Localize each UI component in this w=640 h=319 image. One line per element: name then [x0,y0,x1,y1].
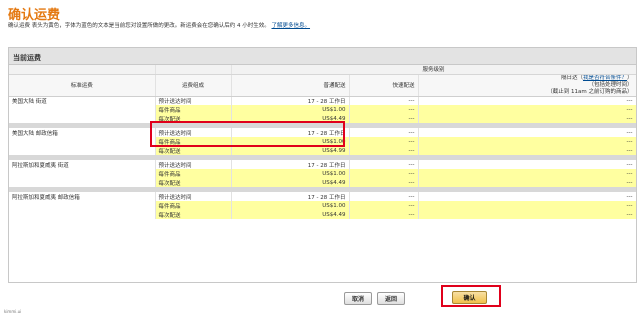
expedited-value: --- [349,96,419,105]
standard-value: US$1.00 [231,169,350,178]
standard-value: 17 - 28 工作日 [231,160,350,169]
table-row: 每次配送 US$4.49 --- --- [9,178,636,187]
standard-value: US$1.00 [231,105,350,114]
component-label: 预计送达时间 [155,192,232,201]
expedited-value: --- [349,114,419,123]
panel-title: 当前运费 [9,48,636,65]
standard-value: US$1.00 [231,201,350,210]
region-cell [9,105,156,114]
priority-value: --- [418,201,636,210]
cancel-button[interactable]: 取消 [344,292,373,305]
region-cell [9,146,156,155]
learn-more-link[interactable]: 了解更多信息。 [272,23,311,29]
region-cell: 美国大陆 邮政信箱 [9,128,156,137]
region-cell: 阿拉斯加和夏威夷 街道 [9,160,156,169]
priority-value: --- [418,137,636,146]
region-cell [9,114,156,123]
region-cell: 阿拉斯加和夏威夷 邮政信箱 [9,192,156,201]
table-row: 每件商品 US$1.00 --- --- [9,105,636,114]
component-label: 每件商品 [155,201,232,210]
table-row: 阿拉斯加和夏威夷 邮政信箱 预计送达时间 17 - 28 工作日 --- --- [9,192,636,201]
priority-value: --- [418,178,636,187]
priority-value: --- [418,169,636,178]
priority-value: --- [418,192,636,201]
current-rates-panel: 当前运费 服务级别 标准运费 运费组成 普通配送 快速配送 隔日达（我是否符合条… [8,47,637,283]
priority-value: --- [418,114,636,123]
priority-value: --- [418,146,636,155]
col-standard-delivery: 普通配送 [231,74,350,97]
confirm-button[interactable]: 确认 [452,291,487,304]
standard-value: US$4.49 [231,210,350,219]
expedited-value: --- [349,105,419,114]
highlight-box-rates [150,121,345,147]
col-expedited-delivery: 快速配送 [349,74,419,97]
table-row: 每次配送 US$4.49 --- --- [9,210,636,219]
priority-value: --- [418,210,636,219]
table-row: 每次配送 US$4.99 --- --- [9,146,636,155]
expedited-value: --- [349,192,419,201]
expedited-value: --- [349,137,419,146]
page-description: 确认运费 表头为黄色，字体为蓝色的文本是当前您对设置所做的更改。新运费会在您确认… [8,21,310,29]
region-cell [9,169,156,178]
standard-value: US$4.49 [231,178,350,187]
table-row: 每件商品 US$1.00 --- --- [9,169,636,178]
footer-mark: kimmi.ui [4,309,22,314]
back-button[interactable]: 返回 [377,292,406,305]
table-row: 美国大陆 街道 预计送达时间 17 - 28 工作日 --- --- [9,96,636,105]
priority-value: --- [418,96,636,105]
service-level-header: 服务级别 [231,65,636,75]
expedited-value: --- [349,210,419,219]
eligibility-link[interactable]: 我是否符合条件？ [583,75,627,81]
table-row: 阿拉斯加和夏威夷 街道 预计送达时间 17 - 28 工作日 --- --- [9,160,636,169]
expedited-value: --- [349,128,419,137]
priority-value: --- [418,105,636,114]
region-cell [9,210,156,219]
priority-value: --- [418,128,636,137]
region-cell [9,178,156,187]
component-label: 每件商品 [155,169,232,178]
expedited-value: --- [349,160,419,169]
col-priority-delivery: 隔日达（我是否符合条件？） （包括处理时间） （截止到 11am 之前订购的商品… [418,74,636,97]
table-header-row: 标准运费 运费组成 普通配送 快速配送 隔日达（我是否符合条件？） （包括处理时… [9,74,636,97]
expedited-value: --- [349,169,419,178]
priority-value: --- [418,160,636,169]
rates-body: 美国大陆 街道 预计送达时间 17 - 28 工作日 --- --- 每件商品 US$1.0… [9,96,636,219]
standard-value: US$4.99 [231,146,350,155]
col-standard-shipping: 标准运费 [9,74,156,97]
table-header-top-row: 服务级别 [9,65,636,75]
standard-value: 17 - 28 工作日 [231,96,350,105]
expedited-value: --- [349,146,419,155]
component-label: 每件商品 [155,105,232,114]
component-label: 每次配送 [155,146,232,155]
expedited-value: --- [349,178,419,187]
component-label: 预计送达时间 [155,96,232,105]
region-cell: 美国大陆 街道 [9,96,156,105]
component-label: 预计送达时间 [155,160,232,169]
expedited-value: --- [349,201,419,210]
table-row: 每件商品 US$1.00 --- --- [9,201,636,210]
component-label: 每次配送 [155,178,232,187]
region-cell [9,137,156,146]
col-shipping-components: 运费组成 [155,74,232,97]
description-text: 确认运费 表头为黄色，字体为蓝色的文本是当前您对设置所做的更改。新运费会在您确认… [8,23,270,29]
component-label: 每次配送 [155,210,232,219]
region-cell [9,201,156,210]
standard-value: 17 - 28 工作日 [231,192,350,201]
